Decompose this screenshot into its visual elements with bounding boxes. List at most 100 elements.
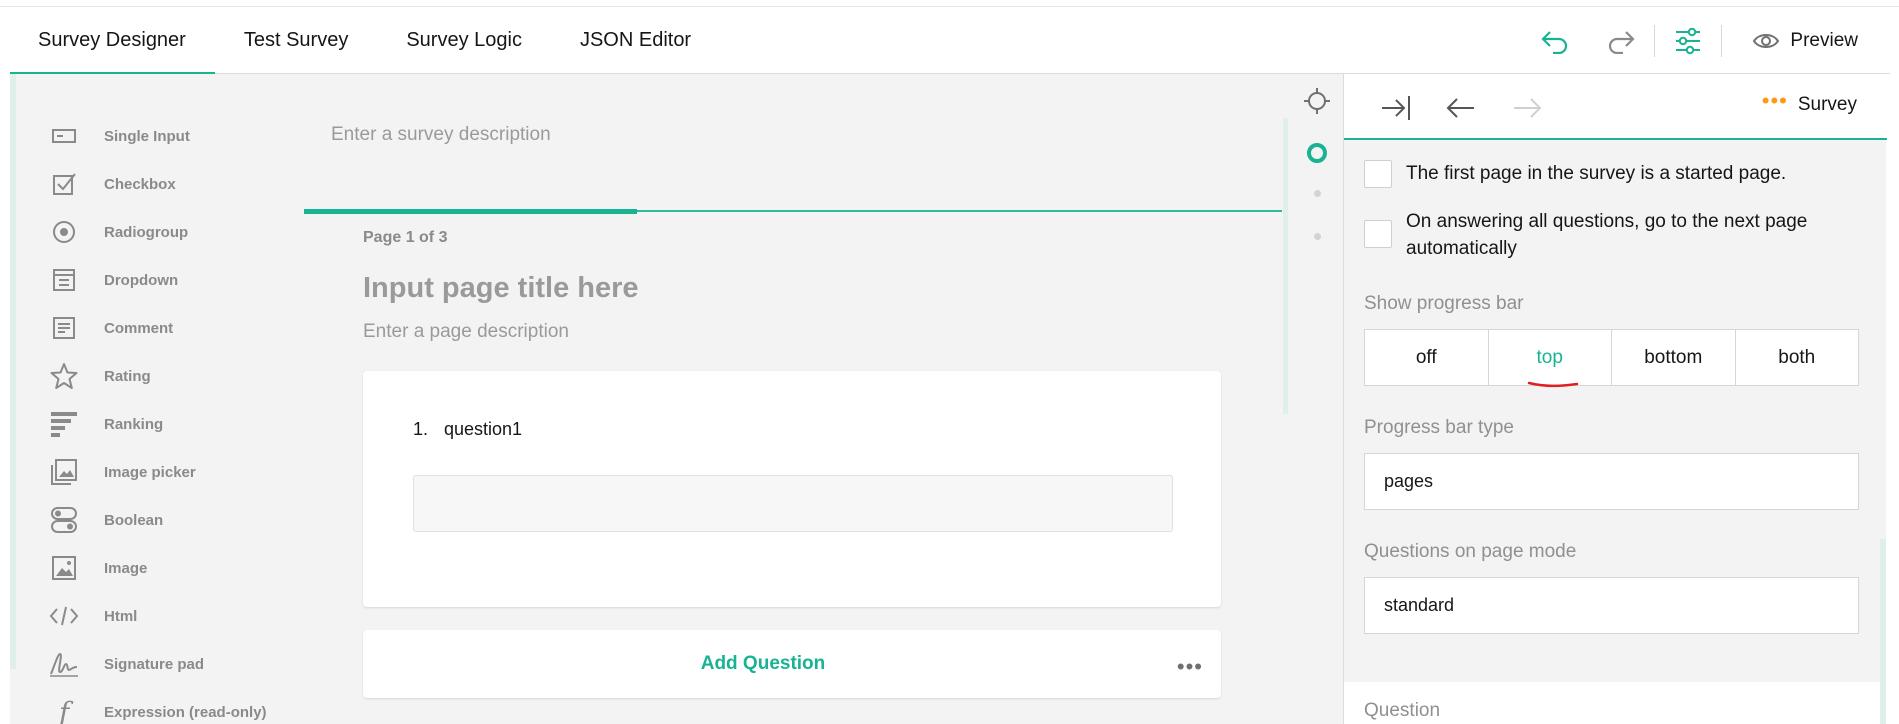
header-toolbar: Preview (1522, 7, 1890, 74)
boolean-icon (48, 504, 80, 536)
tab-survey-logic[interactable]: Survey Logic (377, 7, 551, 74)
image-picker-icon (48, 456, 80, 488)
star-icon (48, 360, 80, 392)
tab-json-editor[interactable]: JSON Editor (551, 7, 720, 74)
page-description-input[interactable]: Enter a page description (363, 321, 569, 343)
toolbox-item-ranking[interactable]: Ranking (48, 404, 163, 444)
checkbox-icon (48, 168, 80, 200)
toolbox-scrollbar[interactable] (10, 74, 16, 669)
annotation-underline (1527, 381, 1579, 388)
survey-description-input[interactable]: Enter a survey description (331, 124, 551, 146)
signature-icon (48, 648, 80, 680)
collapse-panel-button[interactable] (1378, 90, 1414, 126)
redo-button[interactable] (1588, 7, 1654, 74)
toolbox-item-label: Image (104, 559, 148, 577)
toolbox-item-label: Dropdown (104, 271, 179, 289)
property-panel-header: ••• Survey (1344, 74, 1887, 140)
expression-icon: f (58, 695, 70, 724)
panel-scrollbar[interactable] (1880, 539, 1886, 724)
toolbox-item-label: Rating (104, 367, 151, 385)
progress-option-off[interactable]: off (1365, 330, 1489, 385)
category-label: Question (1364, 700, 1441, 721)
comment-icon (48, 312, 80, 344)
property-panel: ••• Survey The first page in the survey … (1343, 74, 1887, 724)
question-category-header[interactable]: Question (1344, 682, 1887, 724)
page-navigator (1280, 74, 1343, 474)
toolbox-item-expression[interactable]: f Expression (read-only) (48, 692, 267, 724)
add-question-button[interactable]: Add Question (363, 630, 1163, 698)
redo-icon (1609, 30, 1635, 54)
settings-sliders-icon (1676, 27, 1701, 54)
auto-next-page-checkbox[interactable] (1364, 220, 1392, 248)
questions-on-page-mode-select[interactable]: standard (1364, 577, 1859, 634)
progress-option-bottom[interactable]: bottom (1612, 330, 1736, 385)
auto-next-page-option: On answering all questions, go to the ne… (1364, 208, 1876, 262)
toolbox-item-label: Boolean (104, 511, 164, 529)
designer-header: Survey Designer Test Survey Survey Logic… (10, 7, 1890, 75)
arrow-right-icon (1514, 98, 1542, 118)
question-number: 1. (413, 419, 429, 439)
toolbox-item-label: Comment (104, 319, 174, 337)
progress-option-top[interactable]: top (1489, 330, 1612, 385)
navigator-scrollbar[interactable] (1283, 118, 1288, 414)
navigator-page-1[interactable] (1307, 143, 1327, 163)
toolbox-item-boolean[interactable]: Boolean (48, 500, 163, 540)
preview-button[interactable]: Preview (1722, 7, 1890, 74)
progress-bar-fill (304, 209, 637, 214)
toolbox-item-label: Expression (read-only) (104, 703, 267, 721)
settings-button[interactable] (1655, 7, 1721, 74)
preview-label: Preview (1790, 29, 1858, 51)
toolbox-item-label: Image picker (104, 463, 196, 481)
toolbox-item-image-picker[interactable]: Image picker (48, 452, 196, 492)
question-answer-input[interactable] (413, 475, 1173, 532)
panel-object-selector[interactable]: ••• Survey (1762, 88, 1857, 116)
html-icon (48, 600, 80, 632)
eye-icon (1753, 33, 1780, 48)
ranking-icon (48, 408, 80, 440)
navigator-page-2[interactable] (1314, 190, 1321, 197)
toolbox-item-label: Radiogroup (104, 223, 189, 241)
panel-object-label: Survey (1797, 94, 1857, 115)
progress-option-both[interactable]: both (1736, 330, 1859, 385)
toolbox-item-label: Html (104, 607, 138, 625)
question-card[interactable]: 1. question1 (363, 371, 1221, 607)
undo-icon (1541, 30, 1568, 54)
undo-button[interactable] (1522, 7, 1588, 74)
checkbox-label: The first page in the survey is a starte… (1406, 163, 1787, 184)
navigator-page-3[interactable] (1314, 233, 1321, 240)
show-progress-bar-label: Show progress bar (1364, 293, 1524, 314)
toolbox-item-comment[interactable]: Comment (48, 308, 173, 348)
first-page-started-option: The first page in the survey is a starte… (1364, 160, 1876, 188)
toolbox-item-rating[interactable]: Rating (48, 356, 151, 396)
toolbox-item-label: Ranking (104, 415, 164, 433)
toolbox-item-checkbox[interactable]: Checkbox (48, 164, 176, 204)
first-page-started-checkbox[interactable] (1364, 160, 1392, 188)
toolbox-item-signature-pad[interactable]: Signature pad (48, 644, 204, 684)
design-surface: Enter a survey description Page 1 of 3 I… (300, 74, 1343, 724)
tab-test-survey[interactable]: Test Survey (215, 7, 377, 74)
more-options-button[interactable]: ••• (1177, 654, 1203, 680)
main-tabs: Survey Designer Test Survey Survey Logic… (10, 7, 720, 75)
add-question-bar: Add Question ••• (363, 630, 1221, 698)
question-title[interactable]: question1 (444, 419, 522, 440)
toolbox-item-dropdown[interactable]: Dropdown (48, 260, 178, 300)
toolbox-item-single-input[interactable]: Single Input (48, 116, 190, 156)
toolbox-item-image[interactable]: Image (48, 548, 147, 588)
toolbox-item-radiogroup[interactable]: Radiogroup (48, 212, 188, 252)
back-button[interactable] (1443, 90, 1479, 126)
tab-survey-designer[interactable]: Survey Designer (10, 7, 215, 75)
page-title-input[interactable]: Input page title here (363, 272, 639, 305)
toolbox-item-label: Checkbox (104, 175, 176, 193)
crosshair-icon[interactable] (1302, 86, 1332, 121)
progress-bar-type-select[interactable]: pages (1364, 453, 1859, 510)
more-dots-icon: ••• (1761, 88, 1788, 113)
single-input-icon (48, 120, 80, 152)
question-toolbox: Single Input Checkbox Radiogroup Dropdow… (10, 74, 300, 724)
collapse-right-icon (1382, 96, 1410, 120)
checkbox-label: On answering all questions, go to the ne… (1406, 211, 1808, 259)
image-icon (48, 552, 80, 584)
forward-button[interactable] (1509, 90, 1545, 126)
questions-on-page-mode-label: Questions on page mode (1364, 541, 1577, 562)
toolbox-item-html[interactable]: Html (48, 596, 137, 636)
dropdown-icon (48, 264, 80, 296)
